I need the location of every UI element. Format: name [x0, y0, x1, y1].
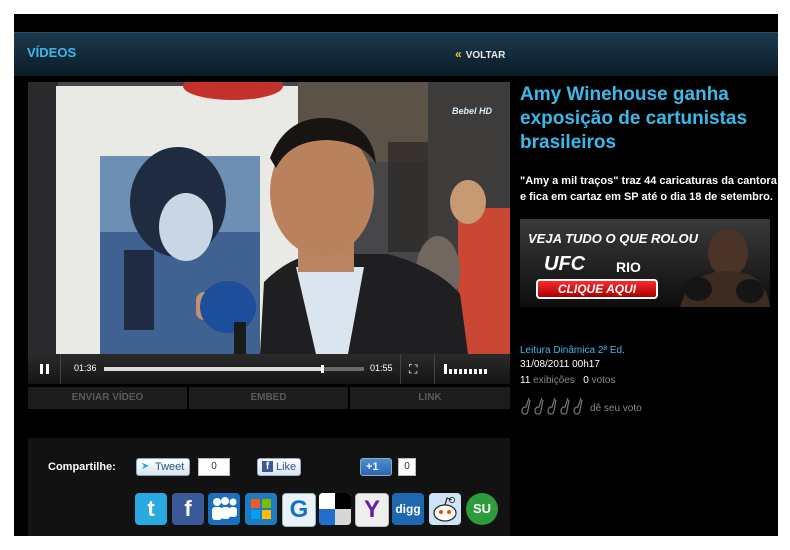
pause-button[interactable]	[40, 364, 49, 374]
votes-count: 0	[583, 375, 589, 386]
rating-star-icon[interactable]	[572, 397, 584, 415]
volume-bar	[444, 364, 447, 374]
video-title: Amy Winehouse ganha exposição de cartuni…	[520, 84, 748, 153]
twitter-icon[interactable]: t	[135, 493, 167, 525]
section-title: VÍDEOS	[27, 45, 77, 60]
control-divider	[60, 354, 61, 384]
seek-progress	[104, 367, 323, 371]
ad-brand: UFC	[544, 253, 586, 275]
volume-bar	[454, 369, 457, 374]
rating-label: dê seu voto	[590, 403, 642, 414]
video-description: "Amy a mil traços" traz 44 caricaturas d…	[520, 175, 777, 203]
tab-enviar-video[interactable]: ENVIAR VÍDEO	[28, 387, 187, 409]
rating-star-icon[interactable]	[533, 397, 545, 415]
ad-headline: VEJA TUDO O QUE ROLOU	[528, 231, 698, 246]
video-page: VÍDEOS «VOLTAR Bebel HD 01:36 01:55 ⛶ EN…	[14, 14, 778, 536]
windows-live-icon[interactable]	[245, 493, 277, 525]
publish-datetime: 31/08/2011 00h17	[520, 359, 600, 370]
seek-handle[interactable]	[321, 365, 325, 373]
rating-star-icon[interactable]	[559, 397, 571, 415]
volume-bar	[449, 369, 452, 374]
control-divider	[400, 354, 401, 384]
google-icon[interactable]: G	[282, 493, 316, 527]
plusone-label: +1	[366, 461, 379, 473]
back-link[interactable]: «VOLTAR	[455, 47, 505, 61]
reddit-icon[interactable]	[429, 493, 461, 525]
plusone-button[interactable]: +1	[360, 458, 392, 476]
like-label: Like	[276, 461, 297, 473]
volume-bar	[474, 369, 477, 374]
yahoo-icon[interactable]: Y	[355, 493, 389, 527]
player-tabs: ENVIAR VÍDEO EMBED LINK	[28, 387, 510, 409]
total-time: 01:55	[370, 363, 393, 373]
video-frame-image: Bebel HD	[28, 82, 510, 354]
plusone-count: 0	[398, 458, 416, 476]
tweet-count: 0	[198, 458, 230, 476]
page-top-strip	[0, 0, 790, 14]
volume-bar	[464, 369, 467, 374]
fullscreen-icon[interactable]: ⛶	[409, 362, 417, 377]
myspace-icon[interactable]	[208, 493, 240, 525]
seek-bar[interactable]	[104, 365, 364, 373]
double-chevron-left-icon: «	[455, 47, 462, 61]
ad-brand-suffix: RIO	[616, 259, 641, 275]
tweet-label: Tweet	[155, 461, 185, 473]
delicious-icon[interactable]	[319, 493, 351, 525]
volume-bar	[484, 369, 487, 374]
facebook-icon: f	[262, 461, 273, 472]
player-controls: 01:36 01:55 ⛶	[28, 354, 510, 384]
votes-label: votos	[591, 375, 616, 386]
video-player[interactable]: Bebel HD	[28, 82, 510, 354]
current-time: 01:36	[74, 363, 97, 373]
tab-link[interactable]: LINK	[350, 387, 510, 409]
digg-icon[interactable]: digg	[392, 493, 424, 525]
rating-star-icon[interactable]	[546, 397, 558, 415]
views-count: 11	[520, 375, 531, 386]
share-panel: Compartilhe: ➤ Tweet 0 f Like +1 0 t f G	[28, 438, 510, 536]
stumbleupon-icon[interactable]: SU	[466, 493, 498, 525]
volume-bar	[479, 369, 482, 374]
tweet-button[interactable]: ➤ Tweet	[136, 458, 190, 476]
volume-bar	[469, 369, 472, 374]
view-stats: 11 exibições 0 votos	[520, 375, 615, 386]
ad-cta-button[interactable]: CLIQUE AQUI	[536, 279, 658, 299]
views-label: exibições	[533, 375, 575, 386]
facebook-share-icon[interactable]: f	[172, 493, 204, 525]
share-label: Compartilhe:	[48, 461, 116, 473]
like-button[interactable]: f Like	[257, 458, 301, 476]
volume-bar	[459, 369, 462, 374]
channel-watermark: Bebel HD	[452, 106, 493, 116]
bird-icon: ➤	[141, 461, 150, 472]
tab-embed[interactable]: EMBED	[189, 387, 348, 409]
program-link[interactable]: Leitura Dinâmica 2ª Ed.	[520, 345, 625, 356]
volume-slider[interactable]	[444, 364, 496, 374]
ufc-rio-ad-banner[interactable]: VEJA TUDO O QUE ROLOU UFC RIO CLIQUE AQU…	[520, 219, 770, 307]
section-header: VÍDEOS «VOLTAR	[14, 32, 778, 76]
control-divider	[434, 354, 435, 384]
rating-star-icon[interactable]	[520, 397, 532, 415]
back-label: VOLTAR	[465, 50, 506, 61]
